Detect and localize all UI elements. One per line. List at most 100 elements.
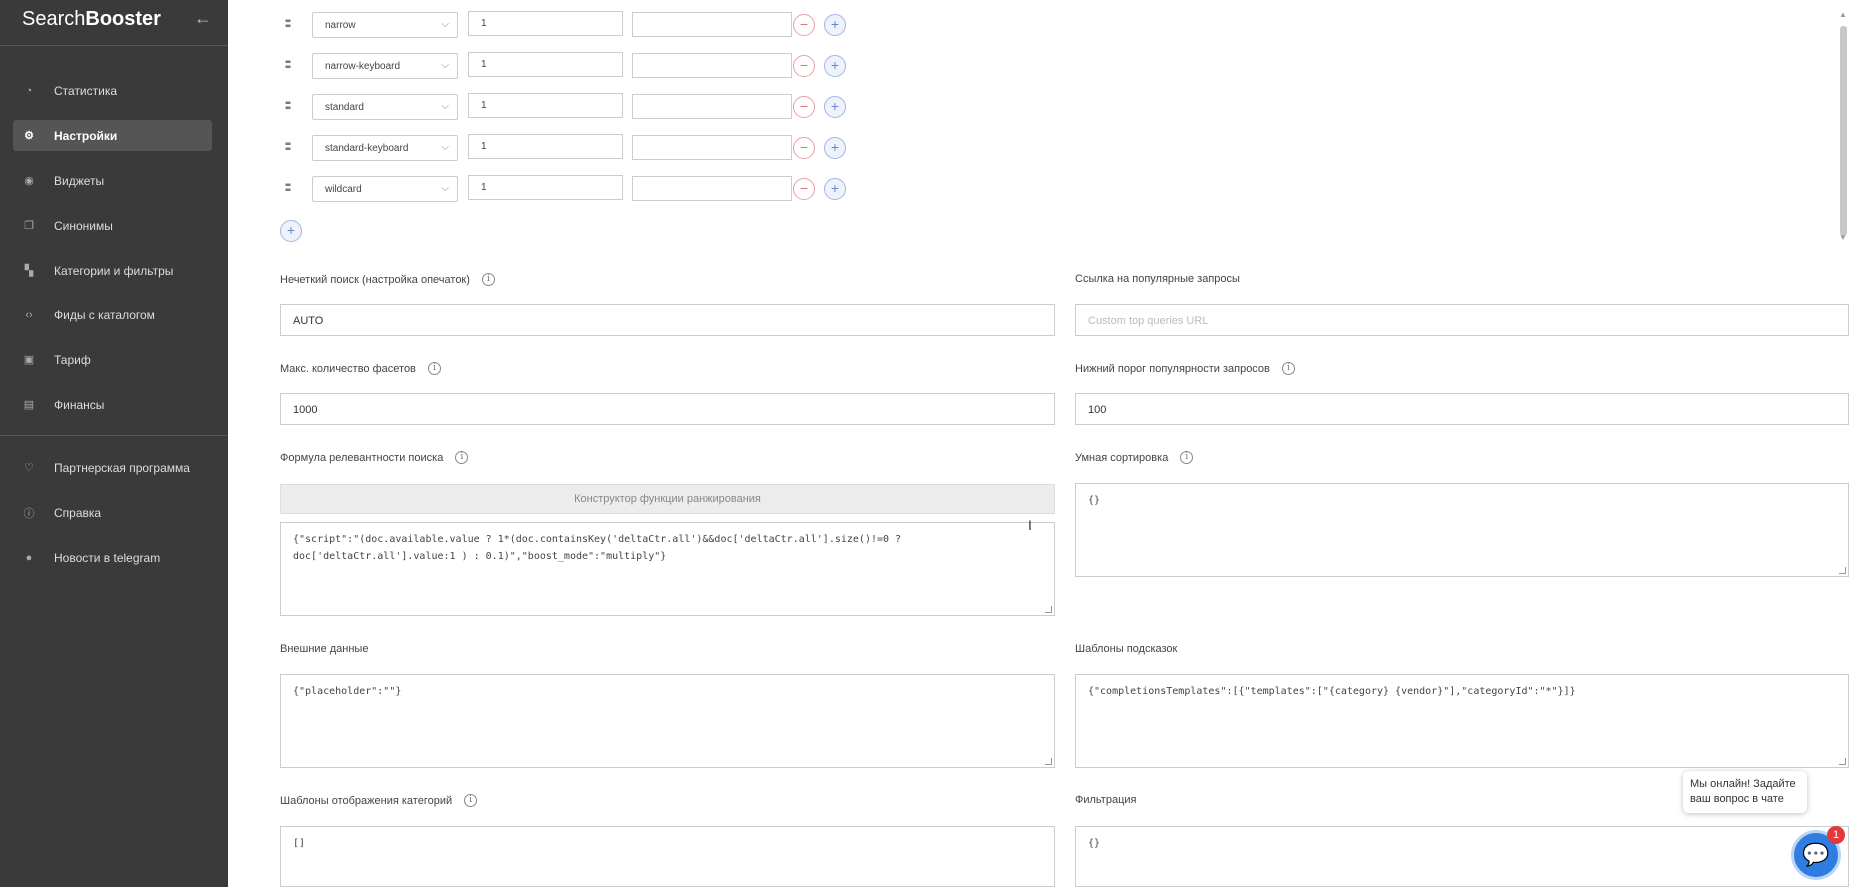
- remove-row-button[interactable]: −: [793, 137, 815, 159]
- rule-value-input[interactable]: 1: [468, 11, 623, 36]
- sidebar-divider: [0, 45, 228, 46]
- resize-handle-icon[interactable]: [1045, 606, 1052, 613]
- smart-sort-text: {}: [1088, 495, 1101, 506]
- add-rule-button[interactable]: +: [280, 220, 302, 242]
- drag-handle-icon[interactable]: ▪▪ ▪▪: [285, 58, 295, 73]
- max-facets-label: Макс. количество фасетов i: [280, 362, 441, 375]
- info-icon[interactable]: i: [1180, 451, 1194, 464]
- sidebar-item-help[interactable]: ⓘ Справка: [13, 497, 212, 528]
- resize-handle-icon[interactable]: [1839, 567, 1846, 574]
- scroll-down-icon[interactable]: ▼: [1839, 233, 1847, 242]
- filtering-textarea[interactable]: {}: [1075, 826, 1849, 887]
- sidebar-item-widgets[interactable]: ◉ Виджеты: [13, 165, 212, 196]
- collapse-sidebar-icon[interactable]: ←: [194, 8, 212, 29]
- sidebar-item-categories[interactable]: ▚ Категории и фильтры: [13, 255, 212, 286]
- wallet-icon: ▤: [23, 399, 35, 411]
- scrollbar-thumb[interactable]: [1840, 26, 1847, 236]
- popularity-input[interactable]: 100: [1075, 393, 1849, 425]
- category-templates-label: Шаблоны отображения категорий i: [280, 794, 478, 807]
- sidebar-item-statistics[interactable]: ◔ Статистика: [13, 75, 212, 106]
- rule-type-select[interactable]: standard ⌵: [312, 94, 458, 120]
- sidebar-item-label: Синонимы: [54, 218, 113, 233]
- drag-handle-icon[interactable]: ▪▪ ▪▪: [285, 140, 295, 155]
- sidebar-item-tariff[interactable]: ▣ Тариф: [13, 344, 212, 375]
- chevron-down-icon: ⌵: [441, 142, 449, 153]
- code-icon: ‹›: [25, 308, 33, 321]
- add-row-button[interactable]: +: [824, 137, 846, 159]
- category-templates-text: []: [293, 838, 306, 849]
- external-data-text: {"placeholder":""}: [293, 686, 402, 697]
- sidebar-item-partner[interactable]: ♡ Партнерская программа: [13, 452, 212, 483]
- info-icon[interactable]: i: [455, 451, 469, 464]
- add-row-button[interactable]: +: [824, 14, 846, 36]
- formula-label: Формула релевантности поиска i: [280, 451, 469, 464]
- rule-extra-input[interactable]: [632, 135, 792, 160]
- sidebar-item-telegram[interactable]: ● Новости в telegram: [13, 542, 212, 573]
- sidebar-divider: [0, 435, 228, 436]
- add-row-button[interactable]: +: [824, 96, 846, 118]
- external-data-textarea[interactable]: {"placeholder":""}: [280, 674, 1055, 768]
- resize-handle-icon[interactable]: [1839, 758, 1846, 765]
- fuzzy-input[interactable]: AUTO: [280, 304, 1055, 336]
- max-facets-input[interactable]: 1000: [280, 393, 1055, 425]
- rule-extra-input[interactable]: [632, 176, 792, 201]
- filtering-label: Фильтрация: [1075, 794, 1137, 806]
- sidebar-item-label: Виджеты: [54, 173, 105, 188]
- sidebar-item-label: Настройки: [54, 128, 118, 143]
- rule-value-input[interactable]: 1: [468, 134, 623, 159]
- handshake-icon: ♡: [24, 462, 34, 474]
- rule-extra-input[interactable]: [632, 12, 792, 37]
- rule-type-select[interactable]: wildcard ⌵: [312, 176, 458, 202]
- hint-templates-textarea[interactable]: {"completionsTemplates":[{"templates":["…: [1075, 674, 1849, 768]
- remove-row-button[interactable]: −: [793, 14, 815, 36]
- top-queries-input[interactable]: Custom top queries URL: [1075, 304, 1849, 336]
- tree-icon: ▚: [24, 265, 34, 277]
- remove-row-button[interactable]: −: [793, 55, 815, 77]
- scroll-up-icon[interactable]: ▲: [1839, 10, 1847, 19]
- add-row-button[interactable]: +: [824, 55, 846, 77]
- rules-scrollbar[interactable]: ▲ ▼: [1835, 10, 1849, 245]
- rule-extra-input[interactable]: [632, 94, 792, 119]
- hint-templates-label: Шаблоны подсказок: [1075, 643, 1178, 655]
- remove-row-button[interactable]: −: [793, 178, 815, 200]
- add-row-button[interactable]: +: [824, 178, 846, 200]
- chat-unread-badge: 1: [1827, 826, 1845, 844]
- smart-sort-textarea[interactable]: {}: [1075, 483, 1849, 577]
- drag-handle-icon[interactable]: ▪▪ ▪▪: [285, 99, 295, 114]
- filtering-text: {}: [1088, 838, 1101, 849]
- sidebar-item-settings[interactable]: ⚙ Настройки: [13, 120, 212, 151]
- rule-extra-input[interactable]: [632, 53, 792, 78]
- resize-handle-icon[interactable]: [1045, 758, 1052, 765]
- sidebar-item-finance[interactable]: ▤ Финансы: [13, 389, 212, 420]
- rule-value-input[interactable]: 1: [468, 52, 623, 77]
- info-icon[interactable]: i: [427, 362, 441, 375]
- app-logo[interactable]: SearchBooster: [22, 8, 161, 31]
- main-content: ▪▪ ▪▪ narrow ⌵ 1 − + ▪▪ ▪▪ narrow-keyboard ⌵…: [228, 0, 1849, 887]
- chat-greeting-bubble[interactable]: Мы онлайн! Задайте ваш вопрос в чате: [1683, 771, 1807, 813]
- rule-type-select[interactable]: narrow ⌵: [312, 12, 458, 38]
- briefcase-icon: ▣: [23, 354, 35, 366]
- category-templates-textarea[interactable]: []: [280, 826, 1055, 887]
- info-icon: ⓘ: [23, 507, 35, 520]
- chat-icon: 💬: [1802, 842, 1830, 867]
- hint-templates-text: {"completionsTemplates":[{"templates":["…: [1088, 686, 1576, 697]
- sidebar-item-label: Финансы: [54, 397, 105, 412]
- sidebar-item-synonyms[interactable]: ❐ Синонимы: [13, 210, 212, 241]
- formula-textarea[interactable]: {"script":"(doc.available.value ? 1*(doc…: [280, 522, 1055, 616]
- info-icon[interactable]: i: [1281, 362, 1295, 375]
- sidebar-item-feeds[interactable]: ‹› Фиды с каталогом: [13, 299, 212, 330]
- chevron-down-icon: ⌵: [441, 60, 449, 71]
- text-cursor-icon: I: [1028, 517, 1032, 533]
- drag-handle-icon[interactable]: ▪▪ ▪▪: [285, 181, 295, 196]
- rule-type-select[interactable]: standard-keyboard ⌵: [312, 135, 458, 161]
- rule-value-input[interactable]: 1: [468, 93, 623, 118]
- rule-value-input[interactable]: 1: [468, 175, 623, 200]
- rule-type-select[interactable]: narrow-keyboard ⌵: [312, 53, 458, 79]
- drag-handle-icon[interactable]: ▪▪ ▪▪: [285, 17, 295, 32]
- info-icon[interactable]: i: [481, 273, 495, 286]
- ranking-constructor-button[interactable]: Конструктор функции ранжирования: [280, 484, 1055, 514]
- info-icon[interactable]: i: [464, 794, 478, 807]
- chevron-down-icon: ⌵: [441, 101, 449, 112]
- remove-row-button[interactable]: −: [793, 96, 815, 118]
- top-queries-label: Ссылка на популярные запросы: [1075, 273, 1240, 285]
